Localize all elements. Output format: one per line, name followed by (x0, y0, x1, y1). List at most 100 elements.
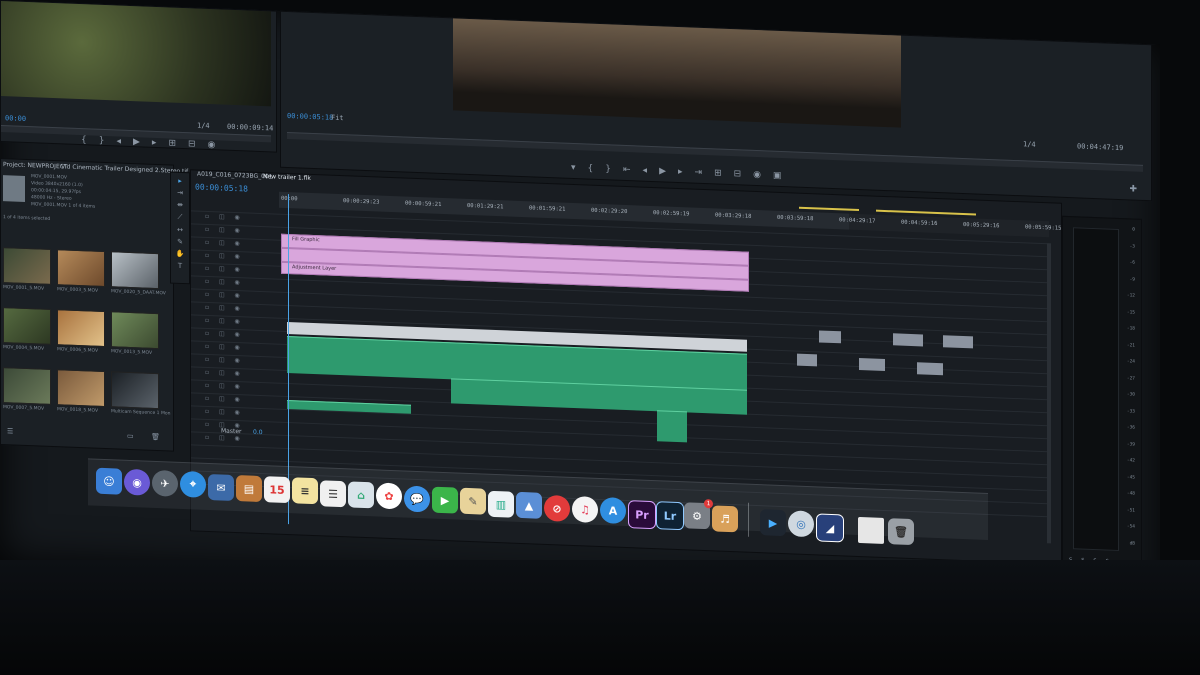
pen-tool-icon[interactable]: ✎ (177, 238, 183, 246)
app-store-icon[interactable]: A (600, 497, 626, 525)
mail-icon[interactable]: ✉ (208, 473, 234, 501)
master-track-value[interactable]: 0.0 (253, 429, 263, 436)
step-back-icon[interactable]: ◂ (643, 166, 648, 176)
maps-icon[interactable]: ⌂ (348, 481, 374, 509)
go-to-out-icon[interactable]: ⇥ (695, 168, 703, 178)
step-forward-icon[interactable]: ▸ (678, 167, 683, 177)
contacts-icon[interactable]: ▤ (236, 475, 262, 503)
facetime-icon[interactable]: ▶ (432, 486, 458, 514)
mark-out-bracket-icon[interactable]: } (605, 164, 611, 174)
export-frame-icon[interactable]: ◉ (208, 140, 216, 150)
clip-ext-5[interactable] (859, 357, 885, 371)
program-scrub-bar[interactable] (287, 132, 1143, 172)
work-area-bar[interactable] (799, 206, 859, 211)
track-header-controls[interactable]: ▫ ◫ ◉ (205, 395, 275, 405)
photos-icon[interactable]: ✿ (376, 482, 402, 510)
track-select-icon[interactable]: ⇥ (177, 189, 183, 197)
clip-ext-3[interactable] (943, 335, 973, 349)
track-header-controls[interactable]: ▫ ◫ ◉ (205, 265, 275, 275)
new-bin-icon[interactable]: ▭ (127, 432, 134, 440)
safari-icon[interactable]: ⌖ (180, 470, 206, 498)
tab-sequence-2[interactable]: New trailer 1.flk (263, 173, 311, 182)
play-icon[interactable]: ▶ (133, 137, 140, 147)
program-zoom[interactable]: 1/4 (1023, 140, 1036, 148)
track-header-controls[interactable]: ▫ ◫ ◉ (205, 252, 275, 262)
media-thumbnail[interactable] (111, 311, 159, 350)
list-view-icon[interactable]: ☰ (7, 427, 13, 435)
track-header-controls[interactable]: ▫ ◫ ◉ (205, 382, 275, 392)
media-thumbnail[interactable] (111, 251, 159, 290)
mark-out-icon[interactable]: } (99, 136, 105, 146)
track-header-controls[interactable]: ▫ ◫ ◉ (205, 213, 275, 223)
siri-icon[interactable]: ◉ (124, 468, 150, 496)
numbers-icon[interactable]: ▥ (488, 490, 514, 518)
news-icon[interactable]: ⊘ (544, 494, 570, 522)
source-zoom[interactable]: 1/4 (197, 122, 210, 130)
sfx-clip[interactable] (657, 410, 687, 443)
source-monitor[interactable]: 00:00 1/4 00:00:09:14 { } ◂ ▶ ▸ ⊞ ⊟ ◉ (0, 0, 277, 153)
notes-icon[interactable]: ≡ (292, 477, 318, 505)
clip-ext-2[interactable] (893, 333, 923, 347)
keynote-icon[interactable]: ▲ (516, 491, 542, 519)
play-icon[interactable]: ▶ (659, 166, 666, 176)
step-forward-icon[interactable]: ▸ (152, 138, 157, 148)
document-icon[interactable] (858, 516, 884, 544)
quicktime-icon[interactable]: ◎ (788, 510, 814, 538)
track-header-controls[interactable]: ▫ ◫ ◉ (205, 226, 275, 236)
media-thumbnail[interactable] (111, 371, 159, 410)
slip-tool-icon[interactable]: ↔ (177, 226, 183, 234)
compare-icon[interactable]: ▣ (773, 171, 782, 181)
program-fit-select[interactable]: Fit (331, 114, 344, 122)
step-back-icon[interactable]: ◂ (116, 136, 121, 146)
overwrite-icon[interactable]: ⊟ (188, 139, 196, 149)
messages-icon[interactable]: 💬 (404, 485, 430, 513)
insert-icon[interactable]: ⊞ (168, 138, 176, 148)
pages-icon[interactable]: ✎ (460, 487, 486, 515)
track-header-controls[interactable]: ▫ ◫ ◉ (205, 239, 275, 249)
premiere-pro-icon[interactable]: Pr (628, 500, 656, 530)
track-header-controls[interactable]: ▫ ◫ ◉ (205, 304, 275, 314)
track-header-controls[interactable]: ▫ ◫ ◉ (205, 369, 275, 379)
track-header-controls[interactable]: ▫ ◫ ◉ (205, 356, 275, 366)
mark-in-bracket-icon[interactable]: { (588, 164, 594, 174)
track-header-controls[interactable]: ▫ ◫ ◉ (205, 278, 275, 288)
calendar-icon[interactable]: 15 (264, 476, 290, 504)
selection-tool-icon[interactable]: ▸ (178, 177, 182, 185)
media-thumbnail[interactable] (3, 307, 51, 345)
program-monitor[interactable]: 00:00:05:18 Fit 1/4 00:04:47:19 ▾ { } ⇤ … (280, 10, 1152, 202)
media-encoder-icon[interactable]: ◢ (816, 513, 844, 543)
media-thumbnail[interactable] (57, 309, 105, 348)
media-thumbnail[interactable] (57, 369, 105, 408)
media-thumbnail[interactable] (57, 249, 105, 288)
mark-in-icon[interactable]: ▾ (571, 163, 576, 173)
razor-tool-icon[interactable]: ⟋ (178, 213, 183, 222)
finder-icon[interactable]: ☺ (96, 467, 122, 495)
lightroom-icon[interactable]: Lr (656, 501, 684, 531)
track-header-controls[interactable]: ▫ ◫ ◉ (205, 343, 275, 353)
type-tool-icon[interactable]: T (178, 262, 182, 270)
clip-ext-1[interactable] (819, 330, 841, 344)
track-header-controls[interactable]: ▫ ◫ ◉ (205, 408, 275, 418)
timeline-vertical-scrollbar[interactable] (1047, 243, 1051, 544)
launchpad-icon[interactable]: ✈ (152, 469, 178, 497)
track-header-controls[interactable]: ▫ ◫ ◉ (205, 434, 275, 444)
export-frame-icon[interactable]: ◉ (753, 170, 761, 180)
go-to-in-icon[interactable]: ⇤ (623, 165, 631, 175)
clip-ext-4[interactable] (797, 353, 817, 367)
ripple-edit-icon[interactable]: ⇼ (177, 201, 183, 209)
itunes-folder-icon[interactable]: ♬ (712, 505, 738, 533)
music-icon[interactable]: ♫ (572, 495, 598, 523)
hand-tool-icon[interactable]: ✋ (176, 250, 185, 258)
project-panel[interactable]: Project: NEWPROJECT Vid Cinematic Traile… (0, 158, 188, 452)
downloads-stack-icon[interactable]: ▶ (760, 509, 786, 537)
media-thumbnail[interactable] (3, 247, 51, 285)
extract-icon[interactable]: ⊟ (734, 169, 742, 179)
add-button-icon[interactable]: ✚ (1129, 184, 1137, 194)
track-header-controls[interactable]: ▫ ◫ ◉ (205, 291, 275, 301)
mark-in-icon[interactable]: { (81, 135, 87, 145)
clip-ext-6[interactable] (917, 362, 943, 376)
tab-project[interactable]: Project: NEWPROJECT (3, 161, 68, 170)
trash-can-icon[interactable]: 🗑 (888, 518, 914, 546)
track-header-controls[interactable]: ▫ ◫ ◉ (205, 317, 275, 327)
reminders-icon[interactable]: ☰ (320, 480, 346, 508)
